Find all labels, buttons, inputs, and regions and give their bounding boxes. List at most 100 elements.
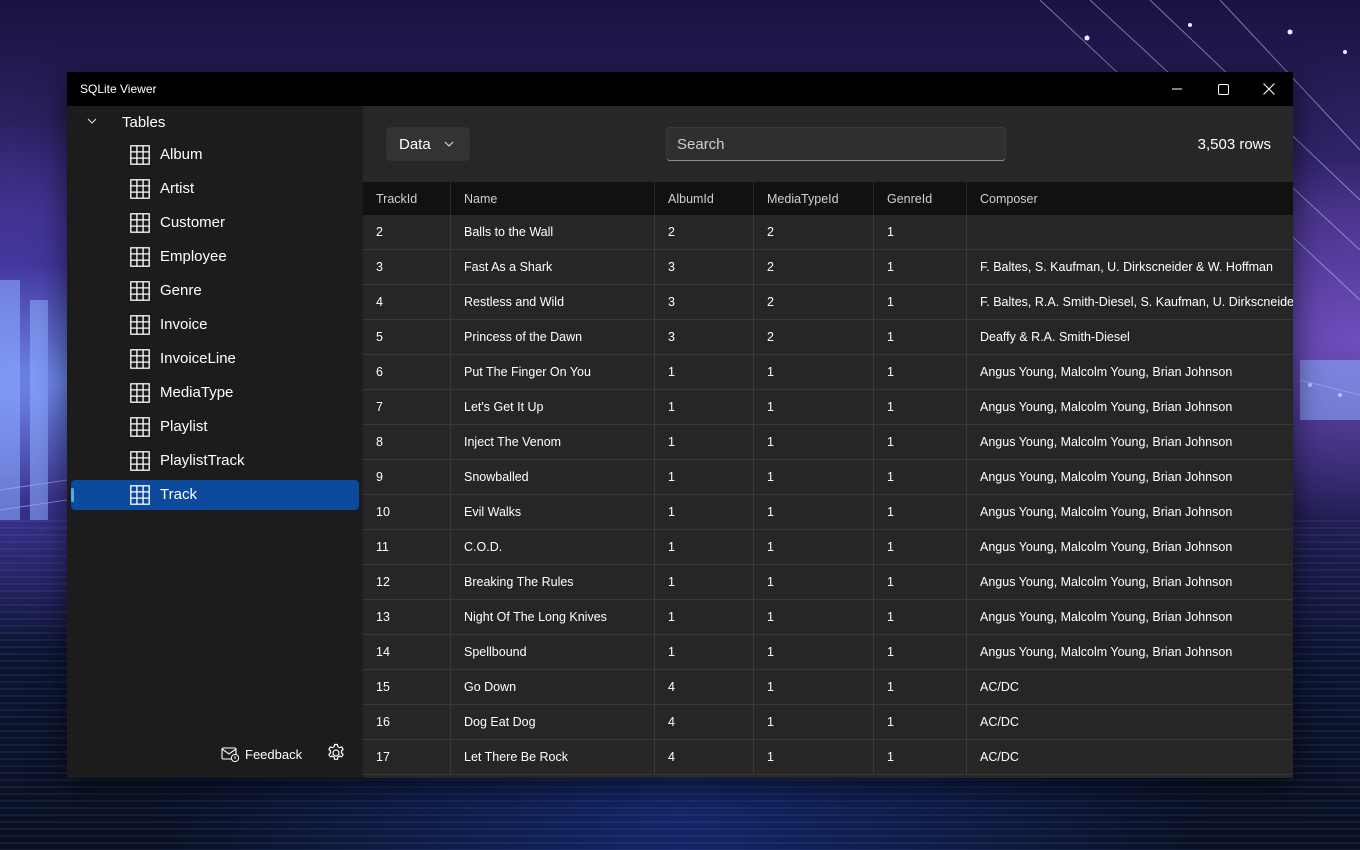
table-cell-name[interactable]: Fast As a Shark — [451, 250, 655, 284]
table-cell-albumid[interactable]: 3 — [655, 320, 754, 354]
table-cell-trackid[interactable]: 2 — [363, 215, 451, 249]
table-cell-name[interactable]: Evil Walks — [451, 495, 655, 529]
tables-tree-header[interactable]: Tables — [67, 106, 363, 138]
column-header-genreid[interactable]: GenreId — [874, 182, 967, 215]
table-cell-trackid[interactable]: 9 — [363, 460, 451, 494]
table-cell-genreid[interactable]: 1 — [874, 705, 967, 739]
table-cell-name[interactable]: C.O.D. — [451, 530, 655, 564]
table-cell-composer[interactable]: AC/DC — [967, 670, 1293, 704]
table-cell-composer[interactable]: AC/DC — [967, 740, 1293, 774]
sidebar-item-mediatype[interactable]: MediaType — [71, 378, 359, 408]
table-cell-genreid[interactable]: 1 — [874, 530, 967, 564]
table-cell-composer[interactable]: Deaffy & R.A. Smith-Diesel — [967, 320, 1293, 354]
table-cell-name[interactable]: Breaking The Rules — [451, 565, 655, 599]
table-cell-composer[interactable]: Angus Young, Malcolm Young, Brian Johnso… — [967, 460, 1293, 494]
table-cell-genreid[interactable]: 1 — [874, 250, 967, 284]
table-cell-albumid[interactable]: 4 — [655, 670, 754, 704]
table-cell-mediatypeid[interactable]: 1 — [754, 390, 874, 424]
table-cell-composer[interactable]: AC/DC — [967, 705, 1293, 739]
table-cell-genreid[interactable]: 1 — [874, 740, 967, 774]
data-grid[interactable]: TrackId Name AlbumId MediaTypeId GenreId Comp… — [363, 182, 1293, 778]
table-cell-mediatypeid[interactable]: 1 — [754, 600, 874, 634]
table-cell-albumid[interactable]: 4 — [655, 705, 754, 739]
table-cell-albumid[interactable]: 1 — [655, 600, 754, 634]
table-cell-name[interactable]: Spellbound — [451, 635, 655, 669]
close-button[interactable] — [1246, 72, 1292, 106]
table-row[interactable]: 9 Snowballed 1 1 1 Angus Young, Malcolm Young… — [363, 460, 1293, 495]
view-mode-dropdown[interactable]: Data — [386, 127, 470, 161]
sidebar-item-customer[interactable]: Customer — [71, 208, 359, 238]
table-cell-mediatypeid[interactable]: 1 — [754, 460, 874, 494]
table-row[interactable]: 5 Princess of the Dawn 3 2 1 Deaffy & R.A. Sm… — [363, 320, 1293, 355]
table-cell-albumid[interactable]: 1 — [655, 565, 754, 599]
table-cell-trackid[interactable]: 6 — [363, 355, 451, 389]
sidebar-item-playlisttrack[interactable]: PlaylistTrack — [71, 446, 359, 476]
table-row[interactable]: 6 Put The Finger On You 1 1 1 Angus Young, Ma… — [363, 355, 1293, 390]
table-cell-composer[interactable]: F. Baltes, R.A. Smith-Diesel, S. Kaufman… — [967, 285, 1293, 319]
table-row[interactable]: 8 Inject The Venom 1 1 1 Angus Young, Malcolm… — [363, 425, 1293, 460]
table-cell-albumid[interactable]: 1 — [655, 390, 754, 424]
table-row[interactable]: 10 Evil Walks 1 1 1 Angus Young, Malcolm Youn… — [363, 495, 1293, 530]
sidebar-item-invoice[interactable]: Invoice — [71, 310, 359, 340]
search-input[interactable]: Search — [666, 127, 1006, 161]
maximize-button[interactable] — [1200, 72, 1246, 106]
table-cell-albumid[interactable]: 1 — [655, 425, 754, 459]
table-cell-genreid[interactable]: 1 — [874, 215, 967, 249]
table-cell-name[interactable]: Let There Be Rock — [451, 740, 655, 774]
sidebar-item-artist[interactable]: Artist — [71, 174, 359, 204]
table-cell-mediatypeid[interactable]: 1 — [754, 355, 874, 389]
table-cell-albumid[interactable]: 2 — [655, 215, 754, 249]
table-row[interactable]: 13 Night Of The Long Knives 1 1 1 Angus Young… — [363, 600, 1293, 635]
table-cell-composer[interactable]: Angus Young, Malcolm Young, Brian Johnso… — [967, 600, 1293, 634]
table-cell-genreid[interactable]: 1 — [874, 320, 967, 354]
sidebar-item-genre[interactable]: Genre — [71, 276, 359, 306]
table-cell-genreid[interactable]: 1 — [874, 495, 967, 529]
table-cell-albumid[interactable]: 1 — [655, 355, 754, 389]
table-cell-name[interactable]: Balls to the Wall — [451, 215, 655, 249]
chevron-down-icon[interactable] — [87, 117, 97, 125]
table-cell-mediatypeid[interactable]: 1 — [754, 425, 874, 459]
column-header-name[interactable]: Name — [451, 182, 655, 215]
table-cell-mediatypeid[interactable]: 2 — [754, 250, 874, 284]
table-cell-trackid[interactable]: 7 — [363, 390, 451, 424]
table-row[interactable]: 11 C.O.D. 1 1 1 Angus Young, Malcolm Young, B… — [363, 530, 1293, 565]
table-row[interactable]: 7 Let's Get It Up 1 1 1 Angus Young, Malcolm … — [363, 390, 1293, 425]
table-cell-genreid[interactable]: 1 — [874, 425, 967, 459]
table-row[interactable]: 12 Breaking The Rules 1 1 1 Angus Young, Malc… — [363, 565, 1293, 600]
table-cell-mediatypeid[interactable]: 2 — [754, 215, 874, 249]
table-cell-albumid[interactable]: 3 — [655, 285, 754, 319]
sidebar-item-employee[interactable]: Employee — [71, 242, 359, 272]
table-cell-genreid[interactable]: 1 — [874, 390, 967, 424]
table-cell-name[interactable]: Restless and Wild — [451, 285, 655, 319]
table-cell-mediatypeid[interactable]: 2 — [754, 285, 874, 319]
table-cell-albumid[interactable]: 3 — [655, 250, 754, 284]
table-row[interactable]: 3 Fast As a Shark 3 2 1 F. Baltes, S. Kaufman… — [363, 250, 1293, 285]
settings-gear-icon[interactable] — [325, 742, 347, 764]
table-cell-albumid[interactable]: 1 — [655, 495, 754, 529]
table-cell-genreid[interactable]: 1 — [874, 565, 967, 599]
table-cell-name[interactable]: Inject The Venom — [451, 425, 655, 459]
table-cell-trackid[interactable]: 8 — [363, 425, 451, 459]
minimize-button[interactable] — [1154, 72, 1200, 106]
table-cell-trackid[interactable]: 12 — [363, 565, 451, 599]
table-cell-composer[interactable]: Angus Young, Malcolm Young, Brian Johnso… — [967, 635, 1293, 669]
table-cell-genreid[interactable]: 1 — [874, 635, 967, 669]
table-cell-composer[interactable]: Angus Young, Malcolm Young, Brian Johnso… — [967, 565, 1293, 599]
sidebar-item-album[interactable]: Album — [71, 140, 359, 170]
table-cell-name[interactable]: Go Down — [451, 670, 655, 704]
column-header-albumid[interactable]: AlbumId — [655, 182, 754, 215]
table-cell-mediatypeid[interactable]: 1 — [754, 530, 874, 564]
column-header-trackid[interactable]: TrackId — [363, 182, 451, 215]
table-row[interactable]: 15 Go Down 4 1 1 AC/DC — [363, 670, 1293, 705]
table-cell-genreid[interactable]: 1 — [874, 670, 967, 704]
feedback-button[interactable]: Feedback — [221, 743, 302, 765]
table-cell-trackid[interactable]: 17 — [363, 740, 451, 774]
table-cell-trackid[interactable]: 11 — [363, 530, 451, 564]
sidebar-item-invoiceline[interactable]: InvoiceLine — [71, 344, 359, 374]
table-cell-albumid[interactable]: 1 — [655, 460, 754, 494]
table-cell-name[interactable]: Princess of the Dawn — [451, 320, 655, 354]
table-row[interactable]: 4 Restless and Wild 3 2 1 F. Baltes, R.A. Smi… — [363, 285, 1293, 320]
table-cell-composer[interactable]: F. Baltes, S. Kaufman, U. Dirkscneider &… — [967, 250, 1293, 284]
table-row[interactable]: 16 Dog Eat Dog 4 1 1 AC/DC — [363, 705, 1293, 740]
table-cell-trackid[interactable]: 5 — [363, 320, 451, 354]
